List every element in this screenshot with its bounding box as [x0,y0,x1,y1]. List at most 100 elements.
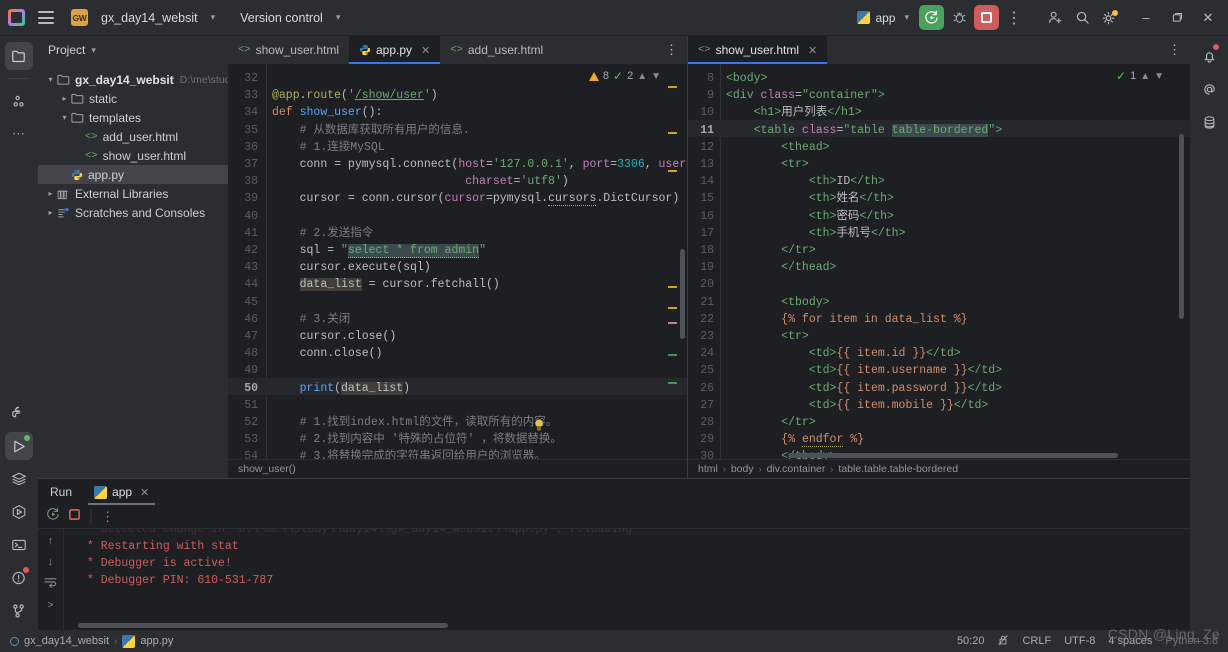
chevron-down-icon[interactable]: ▾ [58,113,71,122]
status-project-label[interactable]: gx_day14_websit [24,635,109,647]
code-line[interactable]: # 1.找到index.html的文件，读取所有的内容。 [272,414,558,431]
editor-tab-show-user-html[interactable]: <> show_user.html [228,36,349,64]
scroll-up-icon[interactable]: ↑ [48,535,54,547]
code-line[interactable]: <th>密码</th> [726,208,894,225]
tree-item-gx-day14-websit[interactable]: ▾ gx_day14_websit D:\me\stud [38,70,230,89]
console-output[interactable]: * Detected change in 'D:\\me\\study\\day… [64,529,1190,630]
more-tools-icon[interactable]: ⋯ [5,120,33,148]
more-vertical-icon[interactable]: ⋮ [1002,6,1026,30]
tree-item-add-user-html[interactable]: <> add_user.html [38,127,228,146]
code-line[interactable]: <td>{{ item.id }}</td> [726,345,961,362]
python-packages-icon[interactable] [5,399,33,427]
code-line[interactable]: <body> [726,70,767,87]
next-problem-icon[interactable]: ▼ [1154,71,1164,82]
stop-icon[interactable] [68,508,81,526]
breadcrumb-item[interactable]: div.container [767,463,826,475]
line-separator[interactable]: CRLF [1022,635,1051,647]
horizontal-scrollbar-right[interactable] [788,453,1118,458]
code-line[interactable]: <table class="table table-bordered"> [726,122,1002,139]
code-line[interactable]: </thead> [726,259,836,276]
minimize-icon[interactable]: – [1132,5,1160,31]
chevron-right-icon[interactable]: ▸ [58,94,71,103]
next-problem-icon[interactable]: ▼ [651,71,661,82]
code-line[interactable]: charset='utf8') [272,173,569,190]
maximize-icon[interactable] [1163,5,1191,31]
database-icon[interactable] [1195,108,1223,136]
inspection-widget-right[interactable]: ✓ 1 ▲ ▼ [1116,69,1164,83]
code-line[interactable]: {% for item in data_list %} [726,311,967,328]
python-console-icon[interactable] [5,498,33,526]
editor-tab-show-user-html[interactable]: <> show_user.html ✕ [688,36,828,64]
project-panel-header[interactable]: Project ▾ [38,36,228,64]
code-line[interactable]: <td>{{ item.username }}</td> [726,362,1002,379]
run-tool-icon[interactable] [5,432,33,460]
code-line[interactable]: </tr> [726,414,816,431]
code-line[interactable]: conn.close() [272,345,383,362]
close-icon[interactable]: ✕ [421,44,430,57]
code-line[interactable]: <tbody> [726,294,829,311]
breadcrumb-item[interactable]: html [698,463,718,475]
intention-bulb-icon[interactable] [533,419,545,432]
close-icon[interactable]: ✕ [140,486,149,499]
indent-setting[interactable]: 4 spaces [1108,635,1152,647]
code-line[interactable]: # 从数据库获取所有用户的信息. [272,122,470,139]
run-button[interactable] [919,5,944,30]
code-line[interactable]: data_list = cursor.fetchall() [272,276,500,293]
status-file-label[interactable]: app.py [140,635,173,647]
code-line[interactable]: <div class="container"> [726,87,885,104]
editor-tab-add-user-html[interactable]: <> add_user.html [440,36,553,64]
code-line[interactable]: <th>手机号</th> [726,225,906,242]
code-view-right[interactable]: 8 <body> 9 <div class="container"> 10 <h1>用户… [688,64,1190,459]
tree-item-app-py[interactable]: app.py [38,165,228,184]
inspection-widget-left[interactable]: 8 ✓ 2 ▲ ▼ [588,69,661,83]
version-control-label[interactable]: Version control [240,11,323,25]
code-line[interactable]: # 3.关闭 [272,311,351,328]
code-line[interactable]: <tr> [726,328,809,345]
prompt-icon[interactable]: > [48,600,54,611]
code-line[interactable]: <h1>用户列表</h1> [726,104,862,121]
editor-tab-app-py[interactable]: app.py ✕ [348,36,441,64]
tree-item-scratches-and-consoles[interactable]: ▸ Scratches and Consoles [38,203,228,222]
commit-tool-icon[interactable] [5,87,33,115]
tabs-more-icon[interactable]: ⋮ [1159,36,1190,64]
prev-problem-icon[interactable]: ▲ [1140,71,1150,82]
debug-button[interactable] [947,6,971,30]
breadcrumb-item[interactable]: show_user() [238,463,296,475]
breadcrumb-left[interactable]: show_user() [228,459,687,478]
code-line[interactable]: conn = pymysql.connect(host='127.0.0.1',… [272,156,687,173]
chevron-right-icon[interactable]: ▸ [44,189,57,198]
code-line[interactable]: # 2.发送指令 [272,225,374,242]
close-icon[interactable]: ✕ [808,44,817,57]
tree-item-show-user-html[interactable]: <> show_user.html [38,146,228,165]
project-name-label[interactable]: gx_day14_websit [101,11,198,25]
project-tool-icon[interactable] [5,42,33,70]
code-line[interactable]: # 1.连接MySQL [272,139,385,156]
more-vertical-icon[interactable]: ⋮ [101,509,114,525]
database-layers-icon[interactable] [5,465,33,493]
caret-position[interactable]: 50:20 [957,635,985,647]
code-line[interactable]: print(data_list) [272,380,410,397]
chevron-down-icon[interactable]: ▾ [336,12,341,23]
code-line[interactable]: cursor.close() [272,328,397,345]
run-tab-app[interactable]: app ✕ [88,479,156,505]
breadcrumb-right[interactable]: html › body › div.container › table.table.tabl… [688,459,1190,478]
run-configuration-selector[interactable]: app ▾ [850,9,916,27]
breadcrumb-item[interactable]: body [731,463,754,475]
prev-problem-icon[interactable]: ▲ [637,71,647,82]
tree-item-external-libraries[interactable]: ▸ External Libraries [38,184,228,203]
ai-assistant-icon[interactable] [1195,75,1223,103]
scroll-down-icon[interactable]: ↓ [48,556,54,568]
code-line[interactable]: <th>ID</th> [726,173,885,190]
no-read-only-icon[interactable] [997,634,1009,649]
chevron-down-icon[interactable]: ▾ [44,75,57,84]
code-line[interactable]: def show_user(): [272,104,382,121]
code-line[interactable]: cursor = conn.cursor(cursor=pymysql.curs… [272,190,679,207]
version-control-icon[interactable] [5,597,33,625]
rerun-icon[interactable] [46,507,60,526]
tabs-more-icon[interactable]: ⋮ [656,36,687,64]
file-encoding[interactable]: UTF-8 [1064,635,1095,647]
soft-wrap-icon[interactable] [44,577,57,591]
horizontal-scrollbar-console[interactable] [78,623,448,628]
code-line[interactable]: @app.route('/show/user') [272,87,438,104]
code-line[interactable]: <thead> [726,139,829,156]
